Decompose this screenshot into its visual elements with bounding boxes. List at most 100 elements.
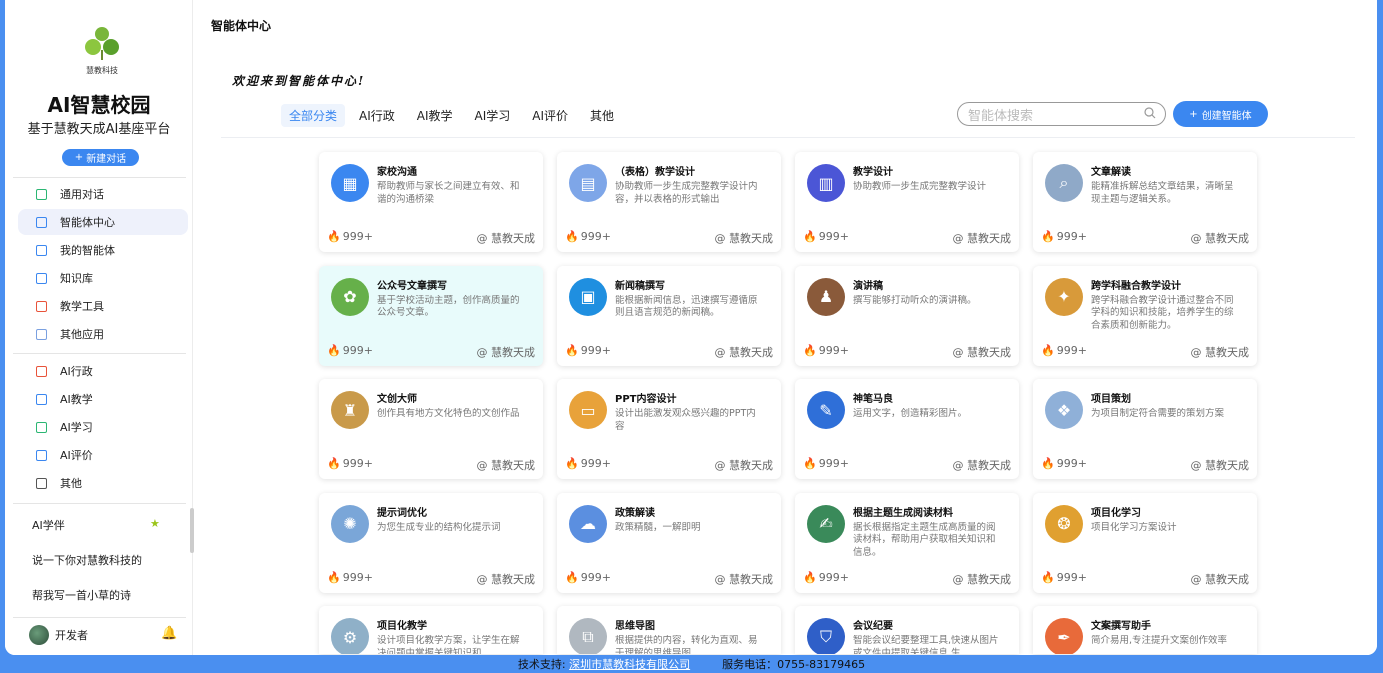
- agent-author: @ 慧教天成: [1190, 459, 1250, 472]
- agent-title: 新闻稿撰写: [615, 280, 665, 292]
- agent-description: 协助教师一步生成完整教学设计内容，并以表格的形式输出: [615, 181, 758, 205]
- agent-card-footer: 🔥 999+ @ 慧教天成: [1041, 571, 1249, 587]
- agent-card[interactable]: ▤ （表格）教学设计 协助教师一步生成完整教学设计内容，并以表格的形式输出 🔥 999+…: [557, 152, 781, 252]
- sidebar-item[interactable]: 其他: [18, 470, 188, 496]
- agent-card[interactable]: ♜ 文创大师 创作具有地方文化特色的文创作品 🔥 999+ @ 慧教天成: [319, 379, 543, 479]
- tab[interactable]: AI行政: [351, 104, 403, 127]
- apps-icon: [36, 328, 47, 340]
- bell-icon[interactable]: 🔔: [161, 626, 177, 641]
- agent-card[interactable]: ▣ 新闻稿撰写 能根据新闻信息，迅速撰写遵循原则且语言规范的新闻稿。 🔥 999+ @ 慧…: [557, 265, 781, 366]
- sidebar-item-label: 其他: [60, 477, 82, 490]
- category-tabs: 全部分类 AI行政 AI教学 AI学习 AI评价 其他: [281, 104, 622, 127]
- fire-icon: 🔥: [327, 457, 341, 470]
- sidebar-item-label: AI教学: [60, 393, 93, 406]
- agent-card-footer: 🔥 999+ @ 慧教天成: [1041, 230, 1249, 246]
- sidebar-item[interactable]: AI行政: [18, 358, 188, 384]
- agent-card[interactable]: ✍ 根据主题生成阅读材料 据长根据指定主题生成高质量的阅读材料，帮助用户获取相关知识…: [795, 492, 1019, 593]
- sidebar: 慧教科技 AI智慧校园 基于慧教天成AI基座平台 + 新建对话 通用对话 智能体中…: [5, 0, 194, 655]
- divider: [221, 137, 1355, 138]
- sidebar-item-label: 智能体中心: [60, 216, 115, 229]
- agent-card-footer: 🔥 999+ @ 慧教天成: [565, 344, 773, 360]
- usage-count: 999+: [342, 457, 373, 470]
- history-item[interactable]: 说一下你对慧教科技的: [32, 552, 182, 568]
- agent-card[interactable]: ❂ 项目化学习 项目化学习方案设计 🔥 999+ @ 慧教天成: [1033, 492, 1257, 593]
- agent-card[interactable]: ❖ 项目策划 为项目制定符合需要的策划方案 🔥 999+ @ 慧教天成: [1033, 379, 1257, 479]
- agent-card[interactable]: ⌕ 文章解读 能精准拆解总结文章结果，清晰呈现主题与逻辑关系。 🔥 999+ @ 慧教天成: [1033, 152, 1257, 252]
- agent-title: （表格）教学设计: [615, 167, 695, 178]
- clover-logo-icon: 慧教科技: [85, 27, 119, 75]
- sidebar-item-label: AI学习: [60, 421, 93, 434]
- tab[interactable]: AI教学: [409, 104, 461, 127]
- history-item[interactable]: 帮我写一首小草的诗: [32, 587, 182, 603]
- agent-author: @ 慧教天成: [476, 232, 536, 245]
- agent-card[interactable]: ✿ 公众号文章撰写 基于学校活动主题，创作高质量的公众号文章。 🔥 999+ @ 慧教天成: [319, 265, 543, 366]
- tab[interactable]: 全部分类: [281, 104, 346, 127]
- agent-description: 设计项目化教学方案，让学生在解决问题中掌握关键知识和: [377, 635, 520, 654]
- agent-author: @ 慧教天成: [1190, 572, 1250, 586]
- agent-card[interactable]: ⧉ 思维导图 根据提供的内容，转化为直观、易于理解的思维导图: [557, 606, 781, 654]
- agent-title: 文创大师: [377, 394, 417, 405]
- agent-card[interactable]: ▥ 教学设计 协助教师一步生成完整教学设计 🔥 999+ @ 慧教天成: [795, 152, 1019, 252]
- page-title: 智能体中心: [211, 19, 272, 33]
- agent-card[interactable]: ✒ 文案撰写助手 简介易用,专注提升文案创作效率: [1033, 606, 1257, 654]
- tab[interactable]: 其他: [582, 104, 622, 127]
- agent-card[interactable]: ✦ 跨学科融合教学设计 跨学科融合教学设计通过整合不同学科的知识和技能，培养学生的综…: [1033, 265, 1257, 366]
- agent-card[interactable]: ⚙ 项目化教学设计项目化教学方案，让学生在解决问题中掌握关键知识和: [319, 606, 543, 654]
- create-agent-button[interactable]: + 创建智能体: [1173, 101, 1268, 127]
- agent-card[interactable]: ▦ 家校沟通 帮助教师与家长之间建立有效、和谐的沟通桥梁 🔥 999+ @ 慧教天成: [319, 152, 543, 252]
- agent-search-input[interactable]: 智能体搜索: [957, 102, 1166, 126]
- usage-count: 999+: [1056, 570, 1087, 584]
- usage-count: 999+: [818, 230, 849, 243]
- agent-card[interactable]: ✎ 神笔马良 运用文字，创造精彩图片。 🔥 999+ @ 慧教天成: [795, 379, 1019, 479]
- new-chat-button[interactable]: + 新建对话: [62, 149, 139, 166]
- sidebar-item[interactable]: AI评价: [18, 442, 188, 468]
- agent-description: 基于学校活动主题，创作高质量的公众号文章。: [377, 294, 520, 319]
- agent-description: 简介易用,专注提升文案创作效率: [1091, 635, 1228, 646]
- agent-description: 智能会议纪要整理工具,快速从图片或文件中提取关键信息,生: [853, 635, 999, 654]
- agent-icon: ⚙: [331, 618, 369, 654]
- sidebar-item-label: 知识库: [60, 272, 93, 285]
- agent-author: @ 慧教天成: [952, 345, 1012, 359]
- agent-card[interactable]: ☁ 政策解读 政策精髓，一解即明 🔥 999+ @ 慧教天成: [557, 492, 781, 593]
- fire-icon: 🔥: [1041, 343, 1055, 357]
- search-placeholder: 智能体搜索: [968, 108, 1034, 124]
- tab[interactable]: AI评价: [524, 104, 576, 127]
- agent-author: @ 慧教天成: [476, 459, 536, 472]
- agent-title: 项目化教学: [377, 621, 427, 632]
- company-link[interactable]: 深圳市慧教科技有限公司: [569, 658, 690, 671]
- agent-description: 帮助教师与家长之间建立有效、和谐的沟通桥梁: [377, 181, 520, 205]
- ppt-icon: [36, 300, 47, 312]
- agent-card-footer: 🔥 999+ @ 慧教天成: [327, 230, 535, 246]
- agent-card[interactable]: ▭ PPT内容设计 设计出能激发观众感兴趣的PPT内容 🔥 999+ @ 慧教天成: [557, 379, 781, 479]
- user-profile[interactable]: 开发者: [29, 625, 88, 645]
- agent-author: @ 慧教天成: [714, 345, 774, 359]
- agent-card[interactable]: ♟ 演讲稿 撰写能够打动听众的演讲稿。 🔥 999+ @ 慧教天成: [795, 265, 1019, 366]
- usage-count: 999+: [1056, 230, 1087, 243]
- star-icon: ★: [150, 517, 160, 530]
- agent-card[interactable]: ✺ 提示词优化 为您生成专业的结构化提示词 🔥 999+ @ 慧教天成: [319, 492, 543, 593]
- agent-title: 文章解读: [1091, 167, 1131, 178]
- agent-card[interactable]: ⛉ 会议纪要 智能会议纪要整理工具,快速从图片或文件中提取关键信息,生: [795, 606, 1019, 654]
- agent-description: 运用文字，创造精彩图片。: [853, 408, 968, 419]
- sidebar-item[interactable]: 知识库: [18, 265, 188, 291]
- sidebar-item[interactable]: AI教学: [18, 386, 188, 412]
- sidebar-item[interactable]: AI学习: [18, 414, 188, 440]
- sidebar-item[interactable]: 教学工具: [18, 293, 188, 319]
- sidebar-item[interactable]: 其他应用: [18, 321, 188, 347]
- sidebar-item[interactable]: 智能体中心: [18, 209, 188, 235]
- agent-card-footer: 🔥 999+ @ 慧教天成: [327, 457, 535, 473]
- user-name: 开发者: [55, 629, 88, 642]
- agent-card-footer: 🔥 999+ @ 慧教天成: [803, 344, 1011, 360]
- agent-description: 能根据新闻信息，迅速撰写遵循原则且语言规范的新闻稿。: [615, 294, 758, 319]
- agent-icon: ✍: [807, 504, 845, 543]
- agent-title: 政策解读: [615, 507, 655, 519]
- sidebar-item[interactable]: 通用对话: [18, 181, 188, 207]
- brand-subtitle: 基于慧教天成AI基座平台: [27, 122, 171, 137]
- sidebar-item[interactable]: 我的智能体: [18, 237, 188, 263]
- tab[interactable]: AI学习: [467, 104, 519, 127]
- agent-icon: ✦: [1045, 277, 1083, 316]
- agent-title: 会议纪要: [853, 621, 893, 632]
- new-chat-label: 新建对话: [86, 154, 127, 165]
- agent-card-footer: 🔥 999+ @ 慧教天成: [565, 571, 773, 587]
- sidebar-item-label: 我的智能体: [60, 244, 115, 257]
